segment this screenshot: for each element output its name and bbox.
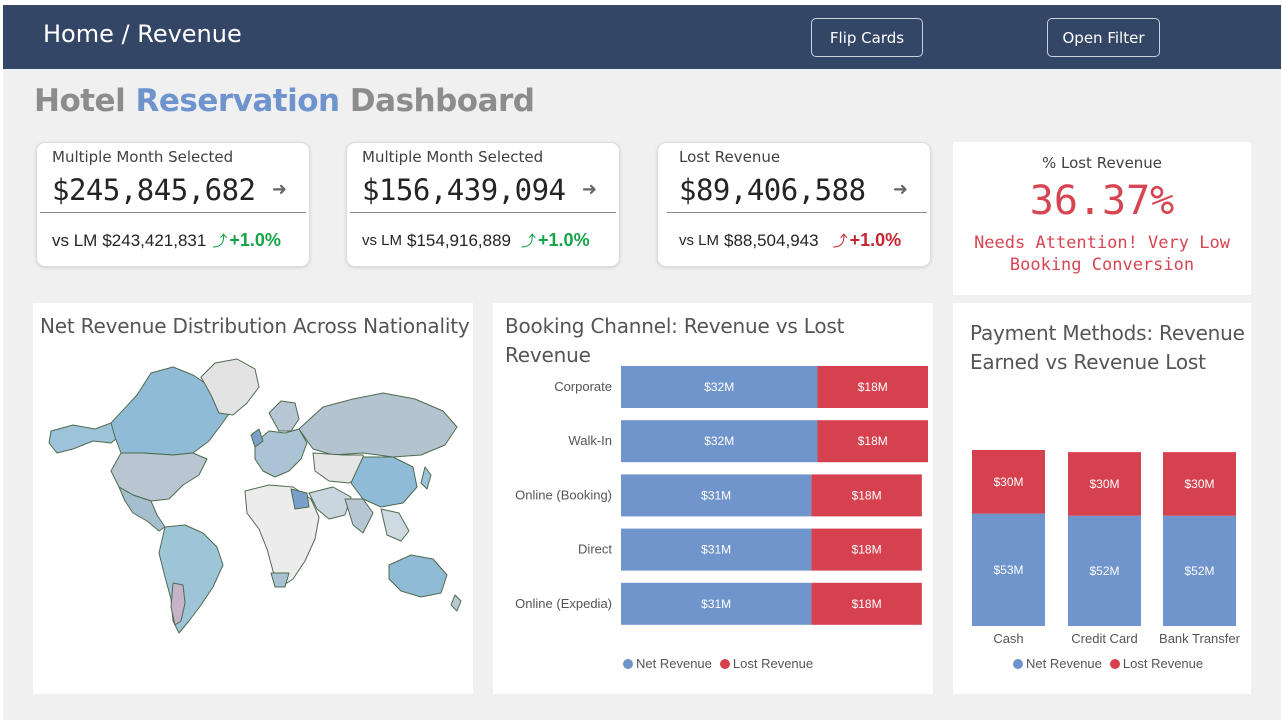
page-title-word-dashboard: Dashboard bbox=[349, 83, 535, 119]
kpi-comparison: vs LM $154,916,889 ⤴ +1.0% bbox=[362, 230, 590, 251]
divider bbox=[667, 212, 927, 213]
kpi-card-label: Lost Revenue bbox=[679, 148, 781, 166]
arrow-right-icon[interactable]: ➜ bbox=[272, 179, 287, 200]
data-label: $31M bbox=[701, 597, 731, 611]
map-region-southeast-asia bbox=[380, 508, 410, 542]
map-region-australia bbox=[388, 554, 448, 598]
kpi-card-3[interactable]: Lost Revenue $89,406,588 ➜ vs LM $88,504… bbox=[657, 142, 931, 267]
legend-dot bbox=[1109, 658, 1120, 669]
kpi-card-value: $245,845,682 bbox=[52, 173, 256, 207]
category-label: Walk-In bbox=[568, 433, 612, 448]
trend-up-icon: ⤴ bbox=[832, 233, 848, 250]
open-filter-button[interactable]: Open Filter bbox=[1047, 18, 1160, 57]
vs-lm-prefix: vs LM bbox=[52, 230, 98, 250]
kpi-card-label: Multiple Month Selected bbox=[362, 148, 544, 166]
change-percent: +1.0% bbox=[229, 230, 281, 250]
dashboard-frame: Home / Revenue Flip Cards Open Filter Ho… bbox=[3, 5, 1281, 720]
legend-item-lost-revenue[interactable]: Lost Revenue bbox=[1109, 656, 1204, 671]
legend-item-net-revenue[interactable]: Net Revenue bbox=[623, 656, 712, 671]
legend-label: Net Revenue bbox=[636, 656, 712, 671]
payment-methods-title: Payment Methods: Revenue Earned vs Reven… bbox=[970, 321, 1245, 374]
map-region-alaska bbox=[48, 422, 122, 454]
data-label: $52M bbox=[1089, 564, 1119, 578]
booking-channel-chart: Corporate $32M $18M Walk-In $32M $18M Online (… bbox=[515, 366, 928, 625]
data-label: $18M bbox=[852, 488, 882, 502]
lost-revenue-panel: % Lost Revenue 36.37% Needs Attention! V… bbox=[953, 142, 1251, 295]
vs-lm-prefix: vs LM bbox=[362, 232, 403, 249]
map-region-russia bbox=[298, 392, 458, 458]
legend-label: Lost Revenue bbox=[1122, 656, 1204, 671]
category-label: Credit Card bbox=[1071, 631, 1137, 646]
category-label: Bank Transfer bbox=[1159, 631, 1241, 646]
category-label: Direct bbox=[578, 542, 612, 557]
data-label: $18M bbox=[852, 597, 882, 611]
last-month-value: $243,421,831 bbox=[102, 230, 207, 250]
kpi-card-1[interactable]: Multiple Month Selected $245,845,682 ➜ v… bbox=[36, 142, 310, 267]
trend-up-icon: ⤴ bbox=[212, 233, 228, 250]
data-label: $32M bbox=[704, 380, 734, 394]
map-region-japan bbox=[420, 466, 432, 490]
kpi-card-2[interactable]: Multiple Month Selected $156,439,094 ➜ v… bbox=[346, 142, 620, 267]
arrow-right-icon[interactable]: ➜ bbox=[582, 179, 597, 200]
category-label: Cash bbox=[993, 631, 1023, 646]
breadcrumb[interactable]: Home / Revenue bbox=[43, 20, 242, 48]
page-title-word-reservation: Reservation bbox=[135, 83, 341, 119]
change-percent: +1.0% bbox=[849, 230, 902, 250]
category-label: Corporate bbox=[554, 379, 612, 394]
data-label: $31M bbox=[701, 488, 731, 502]
map-region-europe bbox=[254, 428, 308, 478]
legend-item-net-revenue[interactable]: Net Revenue bbox=[1013, 656, 1102, 671]
payment-methods-chart: $53M $30M Cash $52M $30M Credit Card $52M $30M B… bbox=[972, 450, 1241, 646]
flip-cards-button[interactable]: Flip Cards bbox=[811, 18, 923, 57]
data-label: $30M bbox=[1184, 477, 1214, 491]
last-month-value: $154,916,889 bbox=[407, 230, 512, 250]
kpi-card-value: $89,406,588 bbox=[679, 173, 866, 207]
legend-dot bbox=[719, 658, 730, 669]
map-region-new-zealand bbox=[450, 594, 462, 612]
kpi-card-label: Multiple Month Selected bbox=[52, 148, 234, 166]
world-map[interactable] bbox=[33, 303, 473, 694]
divider bbox=[350, 212, 616, 213]
data-label: $30M bbox=[1089, 477, 1119, 491]
booking-channel-panel: Booking Channel: Revenue vs Lost Revenue… bbox=[493, 303, 933, 694]
payment-methods-panel: Payment Methods: Revenue Earned vs Reven… bbox=[953, 303, 1251, 694]
payment-methods-legend: Net Revenue Lost Revenue bbox=[1013, 656, 1211, 671]
map-panel: Net Revenue Distribution Across National… bbox=[33, 303, 473, 694]
legend-dot bbox=[1013, 658, 1023, 669]
vs-lm-prefix: vs LM bbox=[679, 232, 720, 249]
page-title: Hotel Reservation Dashboard bbox=[34, 83, 535, 119]
data-label: $18M bbox=[858, 434, 888, 448]
arrow-right-icon[interactable]: ➜ bbox=[893, 179, 908, 200]
lost-revenue-note: Needs Attention! Very Low Booking Conver… bbox=[974, 233, 1230, 275]
category-label: Online (Booking) bbox=[515, 487, 612, 502]
legend-label: Net Revenue bbox=[1026, 656, 1102, 671]
lost-revenue-value: 36.37% bbox=[1029, 178, 1175, 224]
top-bar: Home / Revenue Flip Cards Open Filter bbox=[3, 5, 1281, 69]
map-region-south-america bbox=[158, 524, 224, 634]
data-label: $18M bbox=[858, 380, 888, 394]
kpi-comparison: vs LM $243,421,831 ⤴ +1.0% bbox=[52, 230, 281, 251]
legend-label: Lost Revenue bbox=[732, 656, 814, 671]
data-label: $30M bbox=[993, 475, 1023, 489]
lost-revenue-label: % Lost Revenue bbox=[1041, 154, 1163, 172]
data-label: $18M bbox=[852, 543, 882, 557]
trend-up-icon: ⤴ bbox=[521, 233, 537, 250]
category-label: Online (Expedia) bbox=[515, 596, 612, 611]
map-region-scandinavia bbox=[268, 400, 300, 432]
divider bbox=[40, 212, 306, 213]
page-title-word-hotel: Hotel bbox=[34, 83, 126, 119]
legend-item-lost-revenue[interactable]: Lost Revenue bbox=[719, 656, 814, 671]
change-percent: +1.0% bbox=[538, 230, 590, 250]
data-label: $52M bbox=[1184, 564, 1214, 578]
kpi-comparison: vs LM $88,504,943 ⤴ +1.0% bbox=[679, 230, 901, 251]
data-label: $32M bbox=[704, 434, 734, 448]
data-label: $53M bbox=[993, 563, 1023, 577]
last-month-value: $88,504,943 bbox=[724, 230, 819, 250]
legend-dot bbox=[623, 658, 633, 669]
kpi-card-value: $156,439,094 bbox=[362, 173, 566, 207]
map-region-india bbox=[344, 498, 374, 534]
data-label: $31M bbox=[701, 543, 731, 557]
booking-channel-legend: Net Revenue Lost Revenue bbox=[623, 656, 821, 671]
map-region-south-africa bbox=[270, 572, 290, 588]
